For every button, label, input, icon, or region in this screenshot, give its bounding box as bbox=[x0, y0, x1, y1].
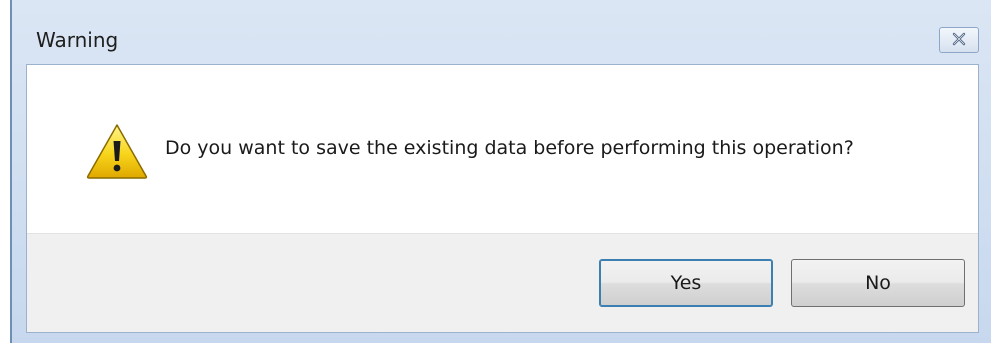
warning-message: Do you want to save the existing data be… bbox=[165, 137, 854, 159]
dialog-title: Warning bbox=[36, 28, 119, 52]
warning-icon bbox=[85, 122, 149, 180]
message-area: Do you want to save the existing data be… bbox=[27, 65, 978, 233]
no-button[interactable]: No bbox=[791, 259, 965, 307]
dialog-body: Do you want to save the existing data be… bbox=[26, 64, 979, 333]
close-button[interactable] bbox=[939, 27, 979, 53]
close-icon bbox=[951, 31, 967, 50]
title-bar[interactable]: Warning bbox=[12, 0, 991, 64]
warning-dialog-window: Warning Do you want to save the existing… bbox=[10, 0, 991, 343]
yes-button[interactable]: Yes bbox=[599, 259, 773, 307]
button-bar: Yes No bbox=[27, 233, 978, 332]
